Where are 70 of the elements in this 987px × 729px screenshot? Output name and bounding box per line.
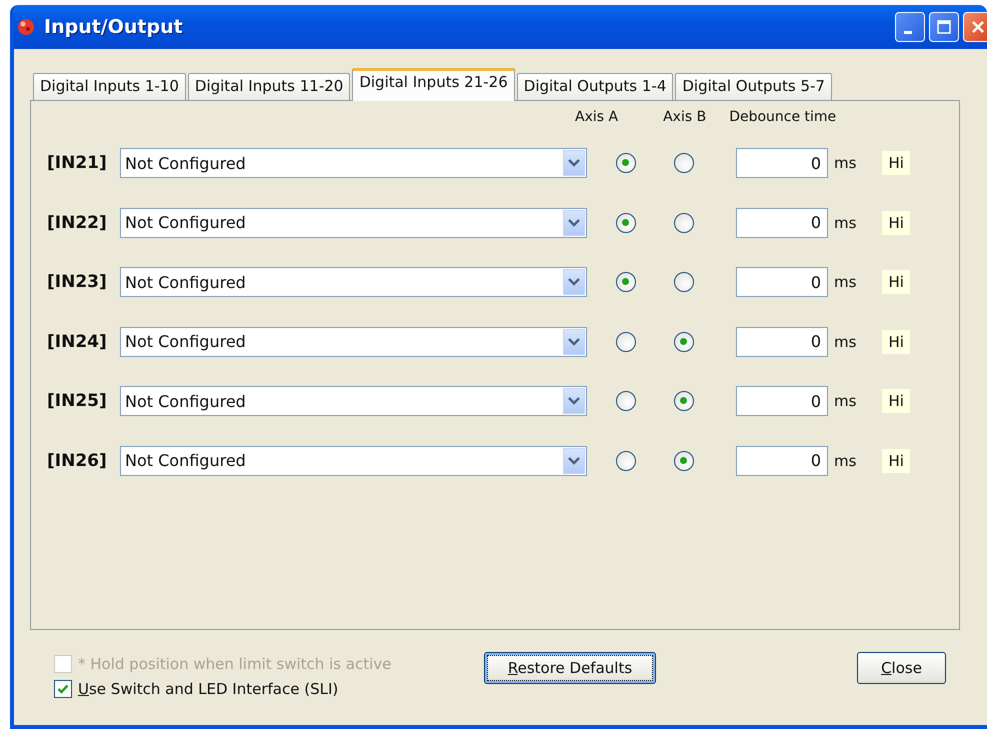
radio-button[interactable] xyxy=(674,332,694,352)
radio-button[interactable] xyxy=(674,272,694,292)
checkbox-label: Use Switch and LED Interface (SLI) xyxy=(78,680,338,698)
input-label: [IN22] xyxy=(47,212,108,233)
minimize-button[interactable] xyxy=(895,12,925,42)
unit-label: ms xyxy=(834,452,856,470)
debounce-field[interactable]: 0 xyxy=(736,148,828,178)
radio-button[interactable] xyxy=(674,153,694,173)
checkmark-icon xyxy=(57,683,69,695)
radio-button[interactable] xyxy=(674,212,694,233)
chevron-down-icon xyxy=(568,218,580,227)
close-icon xyxy=(970,19,986,35)
maximize-icon xyxy=(936,19,952,35)
dialog-button[interactable]: Restore Defaults xyxy=(484,652,656,684)
function-dropdown[interactable]: Not Configured xyxy=(120,267,587,298)
polarity-label: Hi xyxy=(882,151,910,175)
chevron-down-icon xyxy=(568,278,580,286)
function-dropdown[interactable]: Not Configured xyxy=(120,208,587,238)
chevron-down-icon xyxy=(568,159,580,167)
polarity-label: Hi xyxy=(882,330,910,354)
radio-button[interactable] xyxy=(616,450,636,471)
column-header: Debounce time xyxy=(729,109,836,127)
input-label: [IN23] xyxy=(47,272,108,292)
chevron-down-icon xyxy=(568,338,580,346)
polarity-label: Hi xyxy=(882,389,910,414)
unit-label: ms xyxy=(834,332,856,351)
checkbox-label: * Hold position when limit switch is active xyxy=(78,655,392,673)
tab[interactable]: Digital Outputs 5-7 xyxy=(675,73,832,100)
unit-label: ms xyxy=(834,273,856,292)
input-label: [IN24] xyxy=(47,332,108,352)
unit-label: ms xyxy=(834,214,856,232)
maximize-button[interactable] xyxy=(929,12,959,42)
tab[interactable]: Digital Outputs 1-4 xyxy=(516,73,674,100)
column-header: Axis A xyxy=(575,109,618,127)
debounce-field[interactable]: 0 xyxy=(736,267,828,298)
minimize-icon xyxy=(904,30,912,34)
radio-button[interactable] xyxy=(616,391,636,412)
polarity-label: Hi xyxy=(882,210,910,235)
column-header: Axis B xyxy=(663,109,706,127)
unit-label: ms xyxy=(834,392,856,410)
polarity-label: Hi xyxy=(882,270,910,294)
function-dropdown[interactable]: Not Configured xyxy=(120,148,587,178)
unit-label: ms xyxy=(834,154,856,172)
window-title: Input/Output xyxy=(44,16,183,38)
input-label: [IN25] xyxy=(47,391,108,412)
tab[interactable]: Digital Inputs 1-10 xyxy=(33,73,186,100)
input-label: [IN26] xyxy=(47,450,108,471)
radio-button[interactable] xyxy=(616,153,636,173)
function-dropdown[interactable]: Not Configured xyxy=(120,326,587,357)
radio-button[interactable] xyxy=(616,212,636,233)
debounce-field[interactable]: 0 xyxy=(736,386,828,416)
tab[interactable]: Digital Inputs 11-20 xyxy=(188,73,350,100)
chevron-down-icon xyxy=(568,397,580,406)
debounce-field[interactable]: 0 xyxy=(736,208,828,238)
radio-button[interactable] xyxy=(674,391,694,412)
chevron-down-icon xyxy=(568,456,580,465)
tab[interactable]: Digital Inputs 21-26 xyxy=(352,68,515,101)
dialog-button[interactable]: Close xyxy=(857,652,946,684)
radio-button[interactable] xyxy=(674,450,694,471)
input-label: [IN21] xyxy=(47,153,108,173)
radio-button[interactable] xyxy=(616,272,636,292)
polarity-label: Hi xyxy=(882,448,910,473)
close-button[interactable] xyxy=(963,12,987,42)
debounce-field[interactable]: 0 xyxy=(736,326,828,357)
debounce-field[interactable]: 0 xyxy=(736,446,828,476)
radio-button[interactable] xyxy=(616,332,636,352)
app-icon xyxy=(16,17,36,37)
function-dropdown[interactable]: Not Configured xyxy=(120,446,587,476)
checkbox[interactable] xyxy=(54,680,72,698)
function-dropdown[interactable]: Not Configured xyxy=(120,386,587,416)
